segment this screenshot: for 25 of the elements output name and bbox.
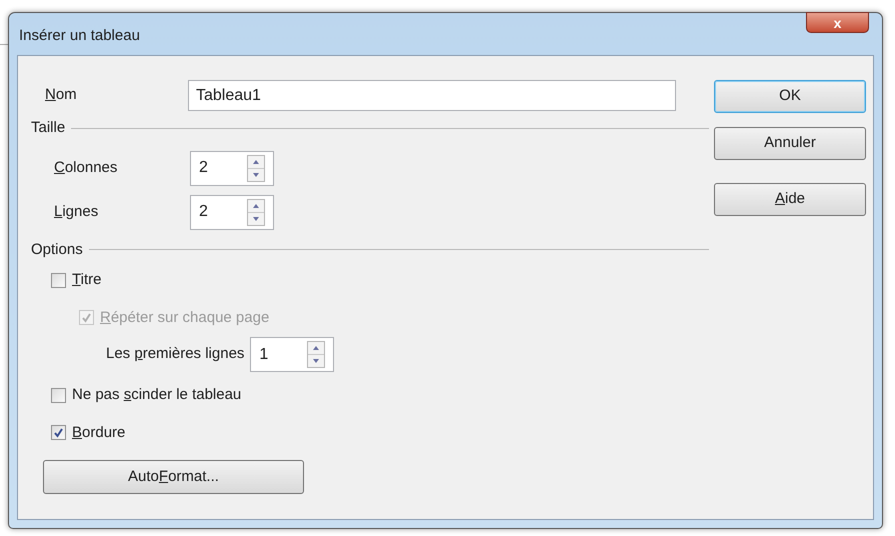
group-heading: Taille	[31, 118, 66, 138]
checkbox-label: Bordure	[72, 422, 126, 442]
name-field[interactable]: Tableau1	[188, 80, 676, 111]
checkbox[interactable]	[51, 425, 66, 440]
field-label: Nom	[45, 85, 78, 106]
checkbox[interactable]	[51, 388, 66, 403]
spin-arrows-icon[interactable]	[247, 198, 265, 226]
spin-arrows-icon[interactable]	[307, 341, 326, 368]
field-label: Colonnes	[54, 158, 118, 178]
dialog-button[interactable]: Aide	[714, 183, 866, 216]
field-label: Les premières lignes	[106, 344, 244, 364]
checkbox-label: Répéter sur chaque page	[100, 308, 270, 328]
dialog-button[interactable]: Annuler	[714, 127, 866, 160]
checkbox-label: Titre	[72, 270, 102, 290]
spin-arrows-icon[interactable]	[247, 154, 265, 182]
checkbox-label: Ne pas scinder le tableau	[72, 385, 242, 405]
spin-box[interactable]: 2	[190, 150, 274, 186]
spin-box[interactable]: 2	[190, 194, 274, 230]
group-heading: Options	[31, 240, 83, 260]
autoformat-button[interactable]: AutoFormat...	[43, 460, 304, 494]
dialog-button[interactable]: OK	[714, 80, 866, 113]
spin-box[interactable]: 1	[250, 337, 334, 372]
window-title: Insérer un tableau	[19, 26, 140, 46]
checkbox[interactable]	[51, 272, 66, 288]
field-label: Lignes	[54, 202, 100, 222]
